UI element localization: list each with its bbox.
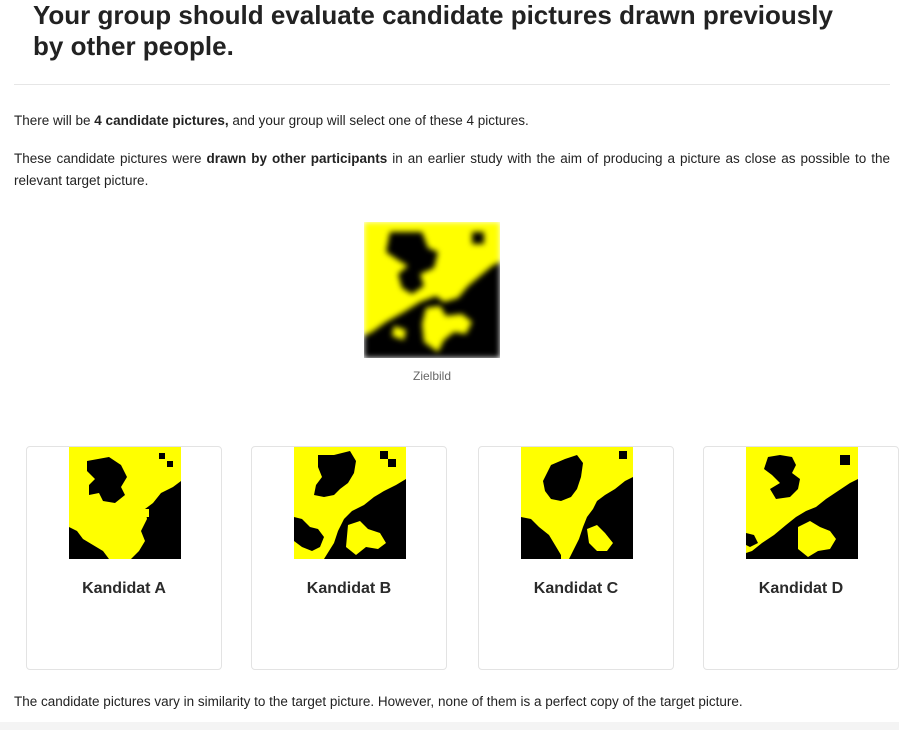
page-title: Your group should evaluate candidate pic…	[33, 0, 833, 61]
target-picture	[364, 222, 500, 358]
intro-paragraph-1: There will be 4 candidate pictures, and …	[14, 110, 890, 132]
target-caption: Zielbild	[412, 369, 451, 383]
candidate-card-a[interactable]: Kandidat A	[26, 446, 222, 670]
page: Your group should evaluate candidate pic…	[0, 0, 899, 730]
footer-paragraph: The candidate pictures vary in similarit…	[14, 694, 743, 709]
intro-emphasis: 4 candidate pictures,	[94, 113, 229, 128]
candidate-picture	[294, 447, 406, 559]
candidate-label: Kandidat B	[306, 580, 392, 597]
candidate-card-c[interactable]: Kandidat C	[478, 446, 674, 670]
intro-text: There will be	[14, 113, 95, 128]
candidate-label: Kandidat A	[82, 580, 166, 597]
intro-text: and your group will select one of these …	[228, 113, 529, 128]
candidate-card-b[interactable]: Kandidat B	[251, 446, 447, 670]
intro-paragraph-2: These candidate pictures were drawn by o…	[14, 148, 890, 192]
candidate-picture	[746, 447, 858, 559]
intro-emphasis: drawn by other participants	[206, 151, 388, 166]
intro-text: These candidate pictures were	[14, 151, 207, 166]
candidate-label: Kandidat D	[758, 580, 844, 597]
candidate-card-d[interactable]: Kandidat D	[703, 446, 899, 670]
bottom-strip	[0, 722, 899, 730]
divider	[14, 84, 890, 85]
candidate-label: Kandidat C	[533, 580, 619, 597]
candidate-picture	[521, 447, 633, 559]
candidate-picture	[69, 447, 181, 559]
